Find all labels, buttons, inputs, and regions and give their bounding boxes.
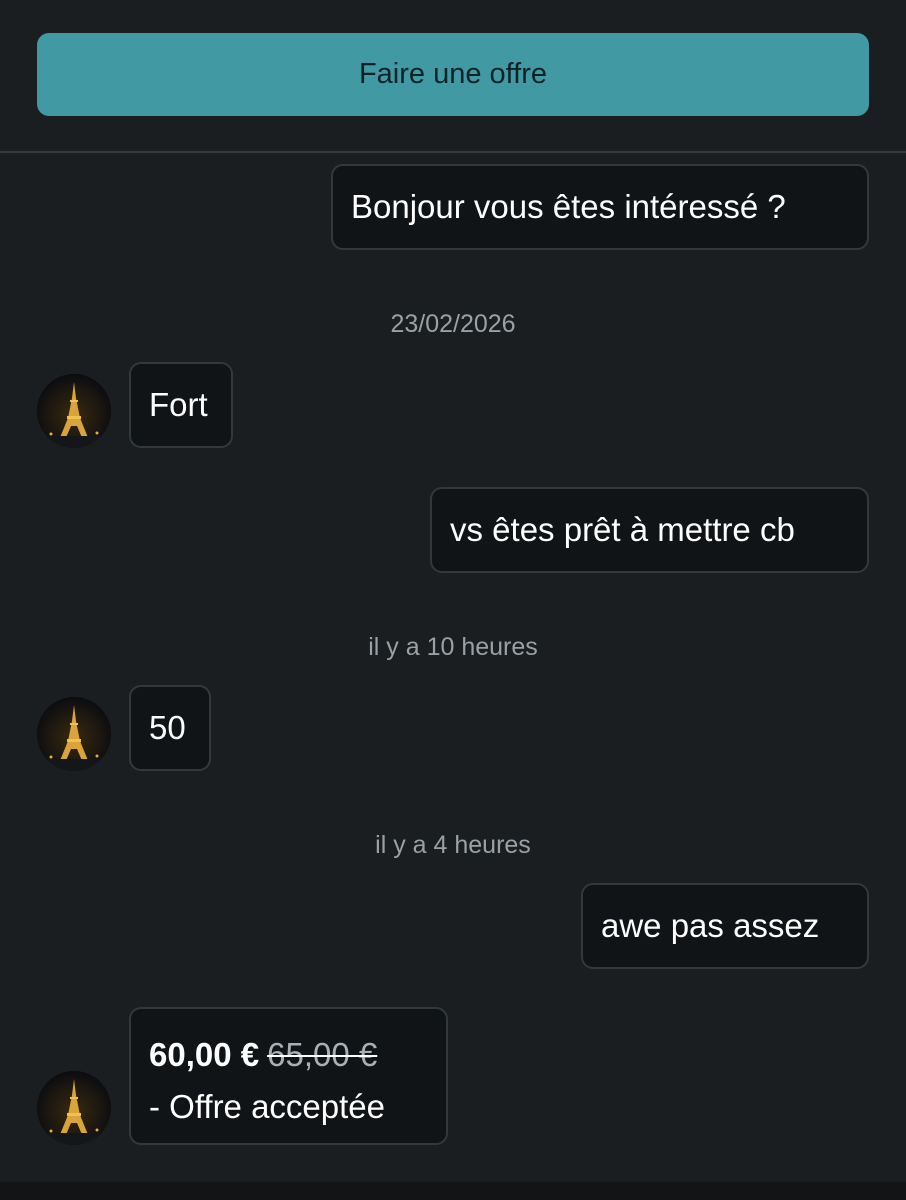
message-text: Bonjour vous êtes intéressé ? [351, 188, 786, 225]
avatar[interactable] [37, 1071, 111, 1145]
sent-message[interactable]: vs êtes prêt à mettre cb [430, 487, 869, 573]
make-offer-button[interactable]: Faire une offre [37, 33, 869, 116]
avatar[interactable] [37, 697, 111, 771]
received-message[interactable]: 50 [129, 685, 211, 771]
message-text: awe pas assez [601, 907, 820, 944]
sent-message[interactable]: Bonjour vous êtes intéressé ? [331, 164, 869, 250]
time-separator: il y a 10 heures [368, 633, 538, 661]
offer-message[interactable]: 60,00 €65,00 € - Offre acceptée [129, 1007, 448, 1145]
time-separator: il y a 4 heures [375, 831, 531, 859]
message-text: vs êtes prêt à mettre cb [450, 511, 795, 548]
bottom-bar [0, 1182, 906, 1200]
offer-price-line: 60,00 €65,00 € [149, 1029, 428, 1081]
eiffel-tower-icon [37, 1071, 111, 1145]
message-text: 50 [149, 709, 186, 746]
eiffel-tower-icon [37, 697, 111, 771]
offer-status: - Offre acceptée [149, 1088, 386, 1125]
date-separator: 23/02/2026 [390, 310, 516, 338]
eiffel-tower-icon [37, 374, 111, 448]
offer-old-price: 65,00 € [267, 1036, 378, 1073]
top-bar: Faire une offre [0, 0, 906, 152]
header-divider [0, 151, 906, 153]
avatar[interactable] [37, 374, 111, 448]
offer-price: 60,00 € [149, 1036, 260, 1073]
message-text: Fort [149, 386, 208, 423]
received-message[interactable]: Fort [129, 362, 233, 448]
sent-message[interactable]: awe pas assez [581, 883, 869, 969]
